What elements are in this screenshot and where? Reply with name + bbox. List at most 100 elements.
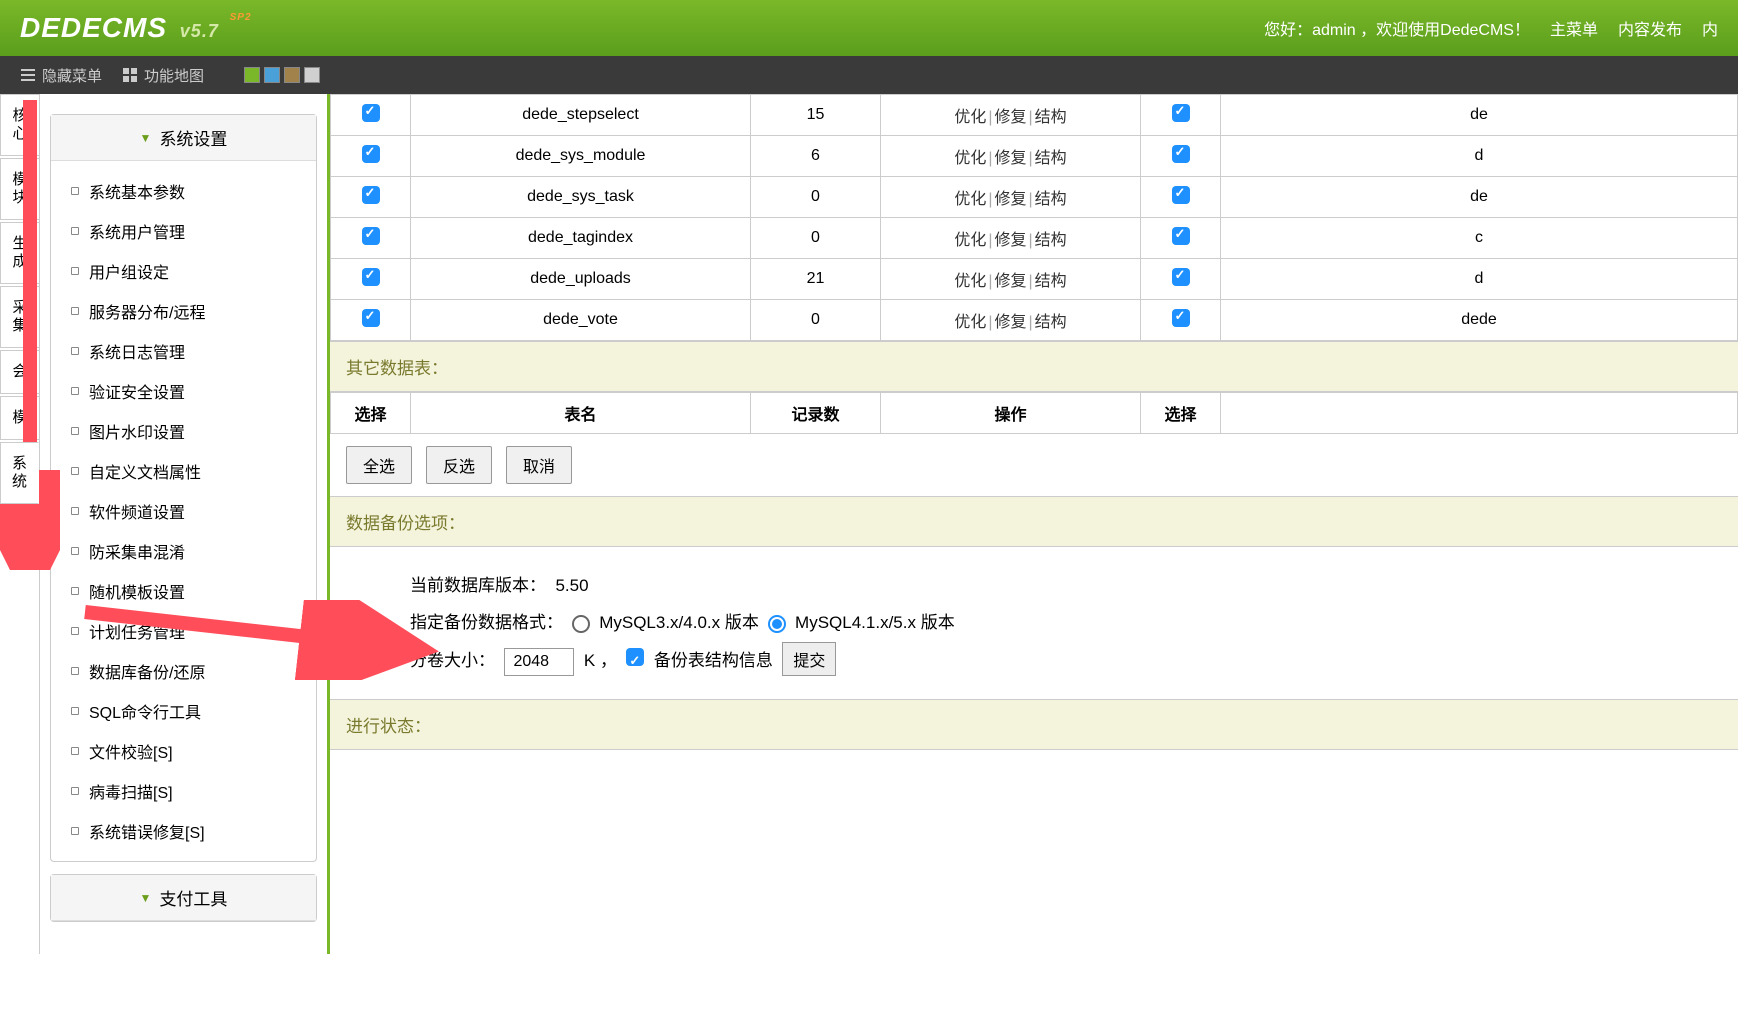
sidebar-item-11[interactable]: 计划任务管理 bbox=[51, 611, 316, 651]
struct-link[interactable]: 结构 bbox=[1035, 150, 1067, 167]
bullet-icon bbox=[71, 747, 79, 755]
struct-checkbox[interactable] bbox=[626, 648, 644, 666]
struct-link[interactable]: 结构 bbox=[1035, 109, 1067, 126]
sidebar-item-1[interactable]: 系统用户管理 bbox=[51, 211, 316, 251]
volume-label: 分卷大小： bbox=[410, 651, 495, 670]
row-checkbox[interactable] bbox=[362, 186, 380, 204]
row-checkbox-2[interactable] bbox=[1172, 268, 1190, 286]
volume-input[interactable] bbox=[504, 648, 574, 676]
sidebar-item-15[interactable]: 病毒扫描[S] bbox=[51, 771, 316, 811]
theme-colors bbox=[244, 67, 320, 83]
optimize-link[interactable]: 优化 bbox=[954, 232, 986, 249]
sidebar-item-label: 自定义文档属性 bbox=[89, 459, 201, 483]
row-checkbox-2[interactable] bbox=[1172, 227, 1190, 245]
vtab-template[interactable]: 模 bbox=[0, 396, 39, 440]
row-checkbox-2[interactable] bbox=[1172, 104, 1190, 122]
row-checkbox-2[interactable] bbox=[1172, 145, 1190, 163]
vtab-module[interactable]: 模块 bbox=[0, 158, 39, 220]
sidebar-item-5[interactable]: 验证安全设置 bbox=[51, 371, 316, 411]
vtab-system[interactable]: 系统 bbox=[0, 442, 39, 504]
chevron-down-icon: ▼ bbox=[140, 891, 152, 905]
row-checkbox[interactable] bbox=[362, 145, 380, 163]
struct-link[interactable]: 结构 bbox=[1035, 314, 1067, 331]
hide-menu-button[interactable]: 隐藏菜单 bbox=[20, 65, 102, 86]
bullet-icon bbox=[71, 507, 79, 515]
bullet-icon bbox=[71, 307, 79, 315]
repair-link[interactable]: 修复 bbox=[994, 109, 1026, 126]
sidebar-item-12[interactable]: 数据库备份/还原 bbox=[51, 651, 316, 691]
struct-link[interactable]: 结构 bbox=[1035, 232, 1067, 249]
theme-grey[interactable] bbox=[304, 67, 320, 83]
sidebar-item-13[interactable]: SQL命令行工具 bbox=[51, 691, 316, 731]
optimize-link[interactable]: 优化 bbox=[954, 109, 986, 126]
col-extra bbox=[1221, 393, 1738, 434]
row-checkbox[interactable] bbox=[362, 309, 380, 327]
row-checkbox-2[interactable] bbox=[1172, 309, 1190, 327]
sidebar-item-8[interactable]: 软件频道设置 bbox=[51, 491, 316, 531]
sidebar-item-label: 服务器分布/远程 bbox=[89, 299, 205, 323]
cancel-button[interactable]: 取消 bbox=[506, 446, 572, 484]
struct-link[interactable]: 结构 bbox=[1035, 273, 1067, 290]
sidebar-item-4[interactable]: 系统日志管理 bbox=[51, 331, 316, 371]
format-opt2-label: MySQL4.1.x/5.x 版本 bbox=[795, 613, 955, 632]
sidebar-item-label: 防采集串混淆 bbox=[89, 539, 185, 563]
select-all-button[interactable]: 全选 bbox=[346, 446, 412, 484]
optimize-link[interactable]: 优化 bbox=[954, 191, 986, 208]
vtab-collect[interactable]: 采集 bbox=[0, 286, 39, 348]
theme-green[interactable] bbox=[244, 67, 260, 83]
sidebar-item-label: 系统日志管理 bbox=[89, 339, 185, 363]
table-row: dede_uploads21优化|修复|结构d bbox=[331, 259, 1738, 300]
bullet-icon bbox=[71, 387, 79, 395]
more-link[interactable]: 内 bbox=[1702, 16, 1718, 40]
optimize-link[interactable]: 优化 bbox=[954, 273, 986, 290]
hide-menu-label: 隐藏菜单 bbox=[42, 65, 102, 86]
optimize-link[interactable]: 优化 bbox=[954, 314, 986, 331]
sidebar-item-6[interactable]: 图片水印设置 bbox=[51, 411, 316, 451]
group-title-text: 系统设置 bbox=[159, 125, 227, 150]
repair-link[interactable]: 修复 bbox=[994, 232, 1026, 249]
row-checkbox-2[interactable] bbox=[1172, 186, 1190, 204]
db-ver-value: 5.50 bbox=[555, 576, 588, 595]
vtab-core[interactable]: 核心 bbox=[0, 94, 39, 156]
sidebar-group-title-system[interactable]: ▼ 系统设置 bbox=[51, 115, 316, 161]
main-menu-link[interactable]: 主菜单 bbox=[1550, 16, 1598, 40]
extra-cell: d bbox=[1221, 136, 1738, 177]
sidebar-item-2[interactable]: 用户组设定 bbox=[51, 251, 316, 291]
bullet-icon bbox=[71, 347, 79, 355]
sidebar-item-10[interactable]: 随机模板设置 bbox=[51, 571, 316, 611]
row-checkbox[interactable] bbox=[362, 104, 380, 122]
invert-button[interactable]: 反选 bbox=[426, 446, 492, 484]
sidebar-group-title-pay[interactable]: ▼ 支付工具 bbox=[51, 875, 316, 921]
bullet-icon bbox=[71, 187, 79, 195]
sidebar-item-label: 数据库备份/还原 bbox=[89, 659, 205, 683]
sidebar-item-label: 图片水印设置 bbox=[89, 419, 185, 443]
theme-brown[interactable] bbox=[284, 67, 300, 83]
func-map-button[interactable]: 功能地图 bbox=[122, 65, 204, 86]
bullet-icon bbox=[71, 707, 79, 715]
vtab-generate[interactable]: 生成 bbox=[0, 222, 39, 284]
sidebar-item-3[interactable]: 服务器分布/远程 bbox=[51, 291, 316, 331]
row-checkbox[interactable] bbox=[362, 268, 380, 286]
table-name-cell: dede_sys_task bbox=[411, 177, 751, 218]
repair-link[interactable]: 修复 bbox=[994, 150, 1026, 167]
theme-blue[interactable] bbox=[264, 67, 280, 83]
repair-link[interactable]: 修复 bbox=[994, 273, 1026, 290]
sidebar-item-7[interactable]: 自定义文档属性 bbox=[51, 451, 316, 491]
radio-mysql3[interactable] bbox=[572, 615, 590, 633]
sidebar-item-9[interactable]: 防采集串混淆 bbox=[51, 531, 316, 571]
repair-link[interactable]: 修复 bbox=[994, 314, 1026, 331]
content-publish-link[interactable]: 内容发布 bbox=[1618, 16, 1682, 40]
sidebar-group-pay: ▼ 支付工具 bbox=[50, 874, 317, 922]
optimize-link[interactable]: 优化 bbox=[954, 150, 986, 167]
repair-link[interactable]: 修复 bbox=[994, 191, 1026, 208]
struct-link[interactable]: 结构 bbox=[1035, 191, 1067, 208]
vtab-member[interactable]: 会 bbox=[0, 350, 39, 394]
submit-button[interactable]: 提交 bbox=[782, 642, 836, 676]
sidebar-item-16[interactable]: 系统错误修复[S] bbox=[51, 811, 316, 851]
row-checkbox[interactable] bbox=[362, 227, 380, 245]
sidebar-item-14[interactable]: 文件校验[S] bbox=[51, 731, 316, 771]
table-name-cell: dede_uploads bbox=[411, 259, 751, 300]
bullet-icon bbox=[71, 467, 79, 475]
radio-mysql4[interactable] bbox=[768, 615, 786, 633]
sidebar-item-0[interactable]: 系统基本参数 bbox=[51, 171, 316, 211]
